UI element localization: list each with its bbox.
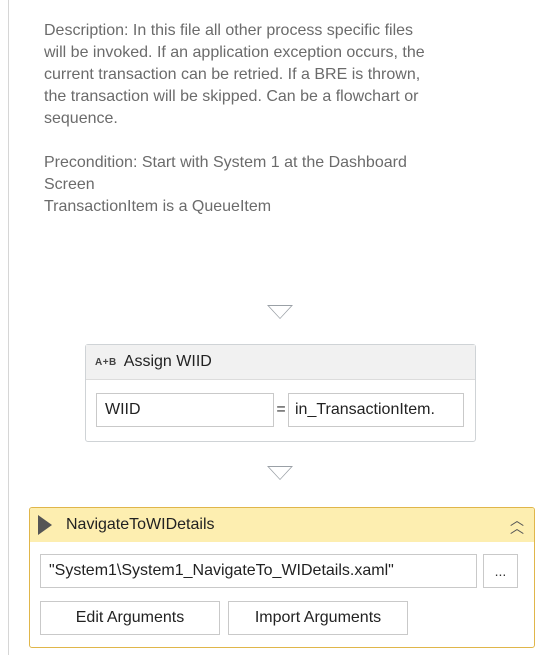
assign-activity[interactable]: A+B Assign WIID WIID = in_TransactionIte…: [85, 344, 476, 442]
assign-icon: A+B: [95, 356, 117, 368]
browse-file-button[interactable]: ...: [483, 554, 518, 588]
workflow-file-path-input[interactable]: "System1\System1_NavigateTo_WIDetails.xa…: [40, 554, 477, 588]
designer-left-border: [8, 0, 9, 655]
edit-arguments-button[interactable]: Edit Arguments: [40, 601, 220, 635]
collapse-chevron-up-icon[interactable]: ︿ ︿: [510, 513, 524, 535]
assign-activity-header[interactable]: A+B Assign WIID: [86, 345, 475, 380]
assign-to-input[interactable]: WIID: [96, 393, 274, 427]
invoke-workflow-activity[interactable]: NavigateToWIDetails ︿ ︿ "System1\System1_…: [29, 507, 535, 648]
assign-value-input[interactable]: in_TransactionItem.: [288, 393, 464, 427]
assign-equals-sign: =: [276, 401, 286, 418]
import-arguments-button[interactable]: Import Arguments: [228, 601, 408, 635]
play-icon: [38, 515, 52, 535]
assign-expression-row: WIID = in_TransactionItem.: [96, 393, 464, 427]
invoke-workflow-header[interactable]: NavigateToWIDetails ︿ ︿: [30, 508, 534, 542]
annotation-description: Description: In this file all other proc…: [44, 22, 425, 127]
connector-arrow-down-icon: [267, 466, 293, 480]
invoke-file-row: "System1\System1_NavigateTo_WIDetails.xa…: [40, 554, 518, 588]
invoke-arguments-buttons: Edit Arguments Import Arguments: [40, 601, 408, 635]
invoke-workflow-title: NavigateToWIDetails: [66, 516, 215, 533]
annotation-precondition: Precondition: Start with System 1 at the…: [44, 154, 407, 215]
connector-arrow-down-icon: [267, 305, 293, 319]
workflow-annotation: Description: In this file all other proc…: [44, 20, 514, 218]
assign-activity-title: Assign WIID: [123, 353, 212, 370]
